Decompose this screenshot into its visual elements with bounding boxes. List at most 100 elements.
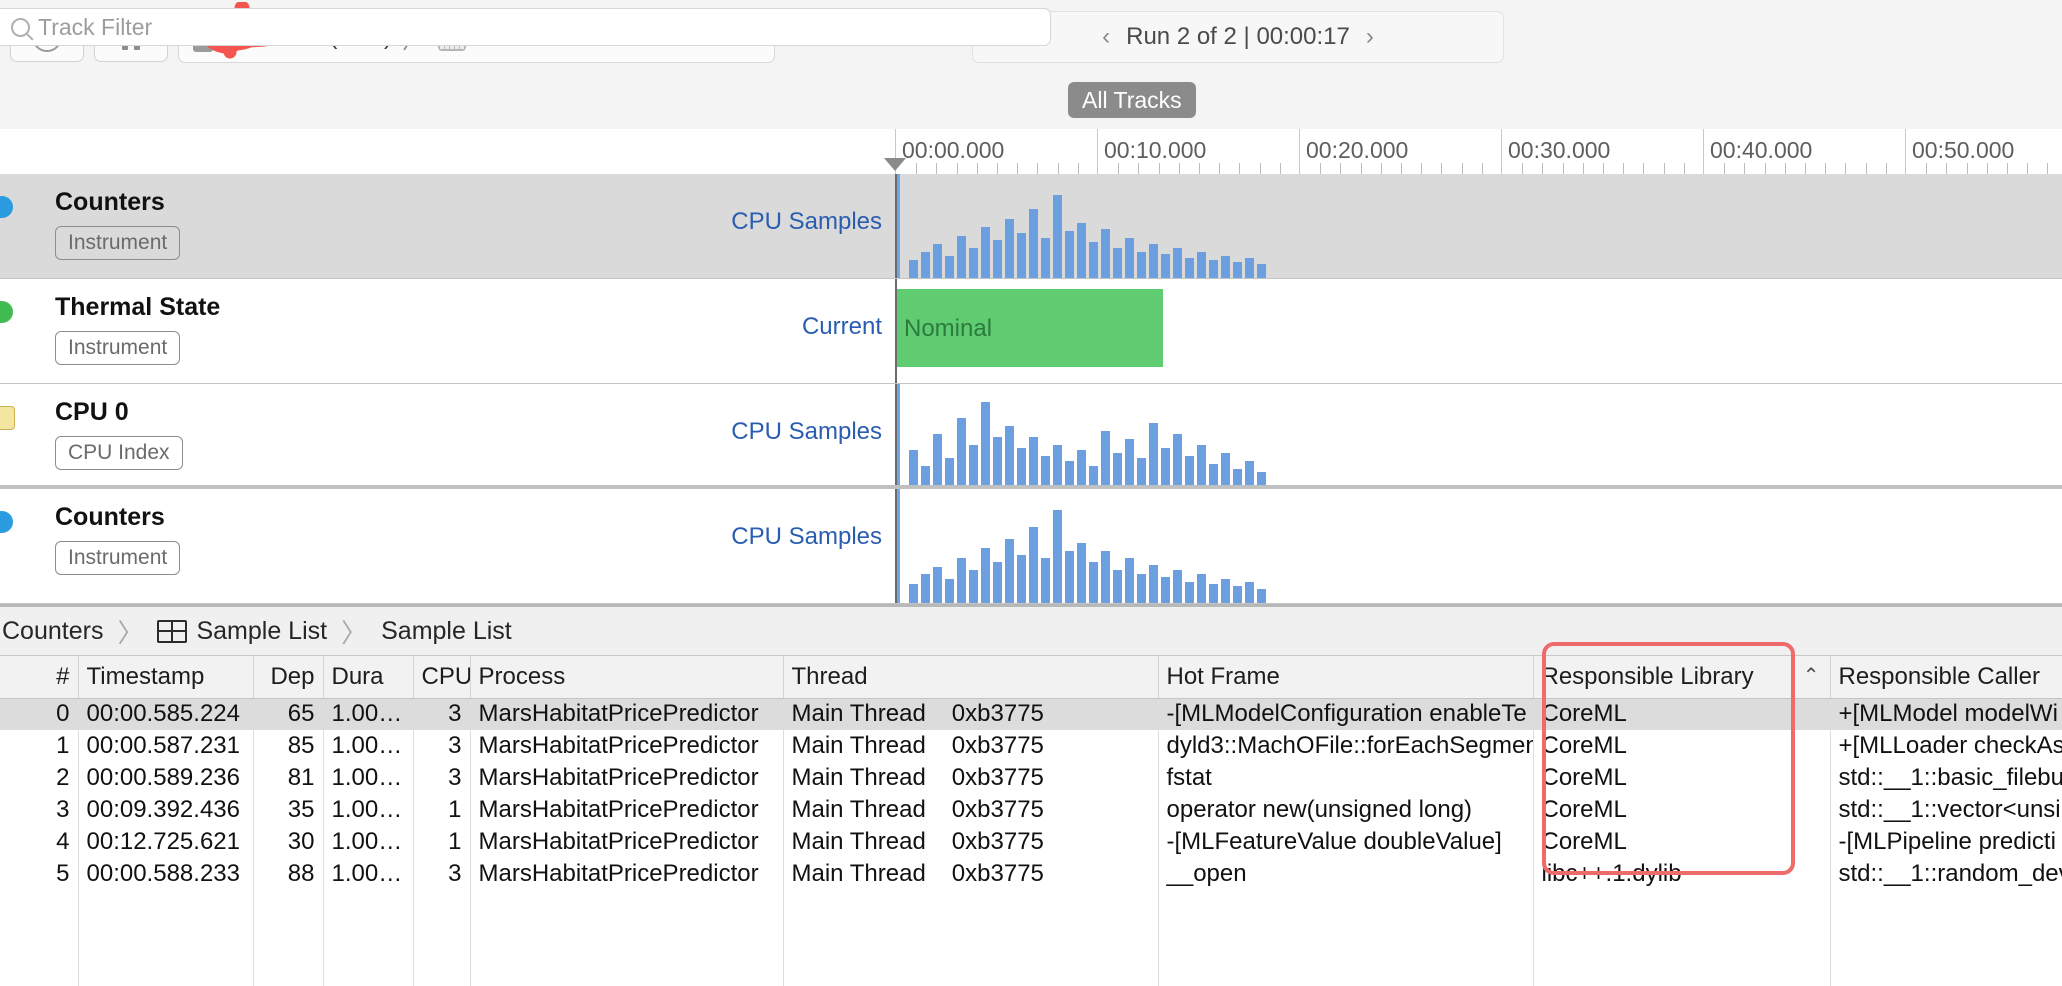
timeline-minor-tick — [1158, 163, 1160, 174]
track-metric-label[interactable]: CPU Samples — [582, 208, 882, 236]
histogram-bar — [1029, 436, 1038, 485]
all-tracks-button[interactable]: All Tracks — [1068, 82, 1196, 118]
timeline-minor-tick — [1764, 163, 1766, 174]
column-header-responsible-caller[interactable]: Responsible Caller — [1830, 656, 2062, 699]
sample-list-table-container[interactable]: # Timestamp Dep Dura CPU Process Thread Hot Fra… — [0, 656, 2062, 986]
timeline-minor-tick — [1643, 163, 1645, 174]
thread-cell: Main Thread 0xb3775 — [792, 796, 1150, 824]
cell-timestamp: 00:12.725.621 — [78, 826, 254, 858]
cell-process: MarsHabitatPricePredictor — [470, 698, 784, 730]
track-metric-label[interactable]: CPU Samples — [582, 418, 882, 446]
histogram-bar — [1233, 468, 1242, 485]
histogram-bar — [1137, 574, 1146, 603]
empty-cell — [783, 954, 1159, 986]
breadcrumb-item[interactable]: Sample List — [157, 617, 327, 646]
instruments-window: iPhone11 (13.3) 〉 MarsHabitatPricePredic… — [0, 0, 2062, 986]
thermal-state-band[interactable]: Nominal — [895, 289, 1163, 367]
timeline-minor-tick — [1239, 163, 1241, 174]
track-type-badge-label: Instrument — [68, 231, 168, 254]
breadcrumb-item-label: Sample List — [381, 616, 512, 645]
column-header-cpu[interactable]: CPU — [413, 656, 471, 699]
histogram-bar — [1173, 569, 1182, 603]
track-type-badge-label: Instrument — [68, 336, 168, 359]
timeline-ruler[interactable]: 00:00.000 00:10.000 00:20.000 00:30.000 00:4… — [0, 129, 2062, 175]
column-header-label: Hot Frame — [1166, 662, 1280, 690]
breadcrumb-item[interactable]: Sample List — [381, 617, 512, 646]
histogram-bar — [981, 402, 990, 485]
breadcrumb-item-label: Sample List — [196, 616, 328, 645]
all-tracks-label: All Tracks — [1082, 86, 1182, 113]
cell-process: MarsHabitatPricePredictor — [470, 826, 784, 858]
column-header-dep[interactable]: Dep — [253, 656, 324, 699]
cpu-samples-histogram — [909, 174, 1266, 278]
cell-dura: 1.00… — [323, 762, 414, 794]
run-navigator[interactable]: ‹ Run 2 of 2 | 00:00:17 › — [972, 11, 1504, 63]
track-row-counters[interactable]: Counters Instrument CPU Samples — [0, 489, 2062, 604]
column-header-idx[interactable]: # — [0, 656, 79, 699]
cell-dura: 1.00… — [323, 730, 414, 762]
timeline-minor-tick — [1279, 163, 1281, 174]
track-row-counters[interactable]: Counters Instrument CPU Samples — [0, 174, 2062, 279]
next-run-icon[interactable]: › — [1366, 23, 1374, 51]
track-lane[interactable] — [895, 489, 2062, 603]
breadcrumb-item[interactable]: Counters — [2, 617, 103, 646]
column-header-process[interactable]: Process — [470, 656, 784, 699]
column-header-thread[interactable]: Thread — [783, 656, 1159, 699]
table-row[interactable]: 3 00:09.392.436 35 1.00… 1 MarsHabitatPricePr… — [0, 794, 2062, 826]
column-header-hot-frame[interactable]: Hot Frame — [1158, 656, 1534, 699]
track-row-cpu-0[interactable]: CPU 0 CPU Index CPU Samples — [0, 384, 2062, 489]
column-header-dura[interactable]: Dura — [323, 656, 414, 699]
timeline-minor-tick — [1865, 163, 1867, 174]
column-header-timestamp[interactable]: Timestamp — [78, 656, 254, 699]
table-empty-row — [0, 890, 2062, 922]
empty-cell — [1158, 890, 1534, 922]
cell-thread: Main Thread 0xb3775 — [783, 698, 1159, 730]
histogram-bar — [957, 235, 966, 278]
track-name-label: Counters — [55, 188, 165, 216]
track-type-badge[interactable]: Instrument — [55, 226, 181, 260]
track-indicator-dot — [0, 511, 13, 533]
timeline-minor-tick — [1037, 163, 1039, 174]
histogram-bar — [921, 466, 930, 485]
table-row[interactable]: 0 00:00.585.224 65 1.00… 3 MarsHabitatPricePr… — [0, 698, 2062, 730]
track-type-badge[interactable]: Instrument — [55, 331, 181, 365]
empty-cell — [78, 890, 254, 922]
table-row[interactable]: 1 00:00.587.231 85 1.00… 3 MarsHabitatPricePr… — [0, 730, 2062, 762]
empty-cell — [253, 954, 324, 986]
track-type-badge[interactable]: Instrument — [55, 541, 181, 575]
table-row[interactable]: 2 00:00.589.236 81 1.00… 3 MarsHabitatPricePr… — [0, 762, 2062, 794]
track-lane-divider — [895, 489, 897, 603]
sort-ascending-icon[interactable]: ⌃ — [1803, 663, 1820, 688]
timeline-minor-tick — [1885, 163, 1887, 174]
timeline-tick-label: 00:10.000 — [1104, 137, 1207, 163]
column-header-responsible-library[interactable]: Responsible Library ⌃ — [1533, 656, 1831, 699]
histogram-bar — [933, 434, 942, 485]
histogram-bar — [1161, 253, 1170, 278]
track-lane[interactable] — [895, 174, 2062, 278]
track-filter-input[interactable]: Track Filter — [0, 8, 1051, 46]
track-metric-label[interactable]: CPU Samples — [582, 523, 882, 551]
timeline-minor-tick — [1825, 163, 1827, 174]
cell-dep: 35 — [253, 794, 324, 826]
histogram-bar — [945, 458, 954, 485]
track-row-thermal-state[interactable]: Thermal State Instrument Current Nominal — [0, 279, 2062, 384]
histogram-bar — [1029, 209, 1038, 278]
histogram-bar — [1125, 237, 1134, 278]
track-type-badge[interactable]: CPU Index — [55, 436, 183, 470]
track-type-badge-label: CPU Index — [68, 441, 170, 464]
previous-run-icon[interactable]: ‹ — [1102, 23, 1110, 51]
cell-hot-frame: dyld3::MachOFile::forEachSegmen — [1158, 730, 1534, 762]
histogram-bar — [1221, 255, 1230, 278]
timeline-minor-tick — [1138, 163, 1140, 174]
table-row[interactable]: 4 00:12.725.621 30 1.00… 1 MarsHabitatPricePr… — [0, 826, 2062, 858]
track-list: Counters Instrument CPU Samples Thermal Sta… — [0, 174, 2062, 604]
track-lane[interactable] — [895, 384, 2062, 485]
cell-dep: 85 — [253, 730, 324, 762]
playhead-marker-icon[interactable] — [884, 158, 906, 171]
track-metric-label[interactable]: Current — [582, 313, 882, 341]
track-lane[interactable]: Nominal — [895, 279, 2062, 383]
table-row[interactable]: 5 00:00.588.233 88 1.00… 3 MarsHabitatPricePr… — [0, 858, 2062, 890]
breadcrumb[interactable]: Counters 〉 Sample List 〉 Sample List — [0, 604, 2062, 656]
timeline-minor-tick — [1845, 163, 1847, 174]
empty-cell — [1533, 922, 1831, 954]
